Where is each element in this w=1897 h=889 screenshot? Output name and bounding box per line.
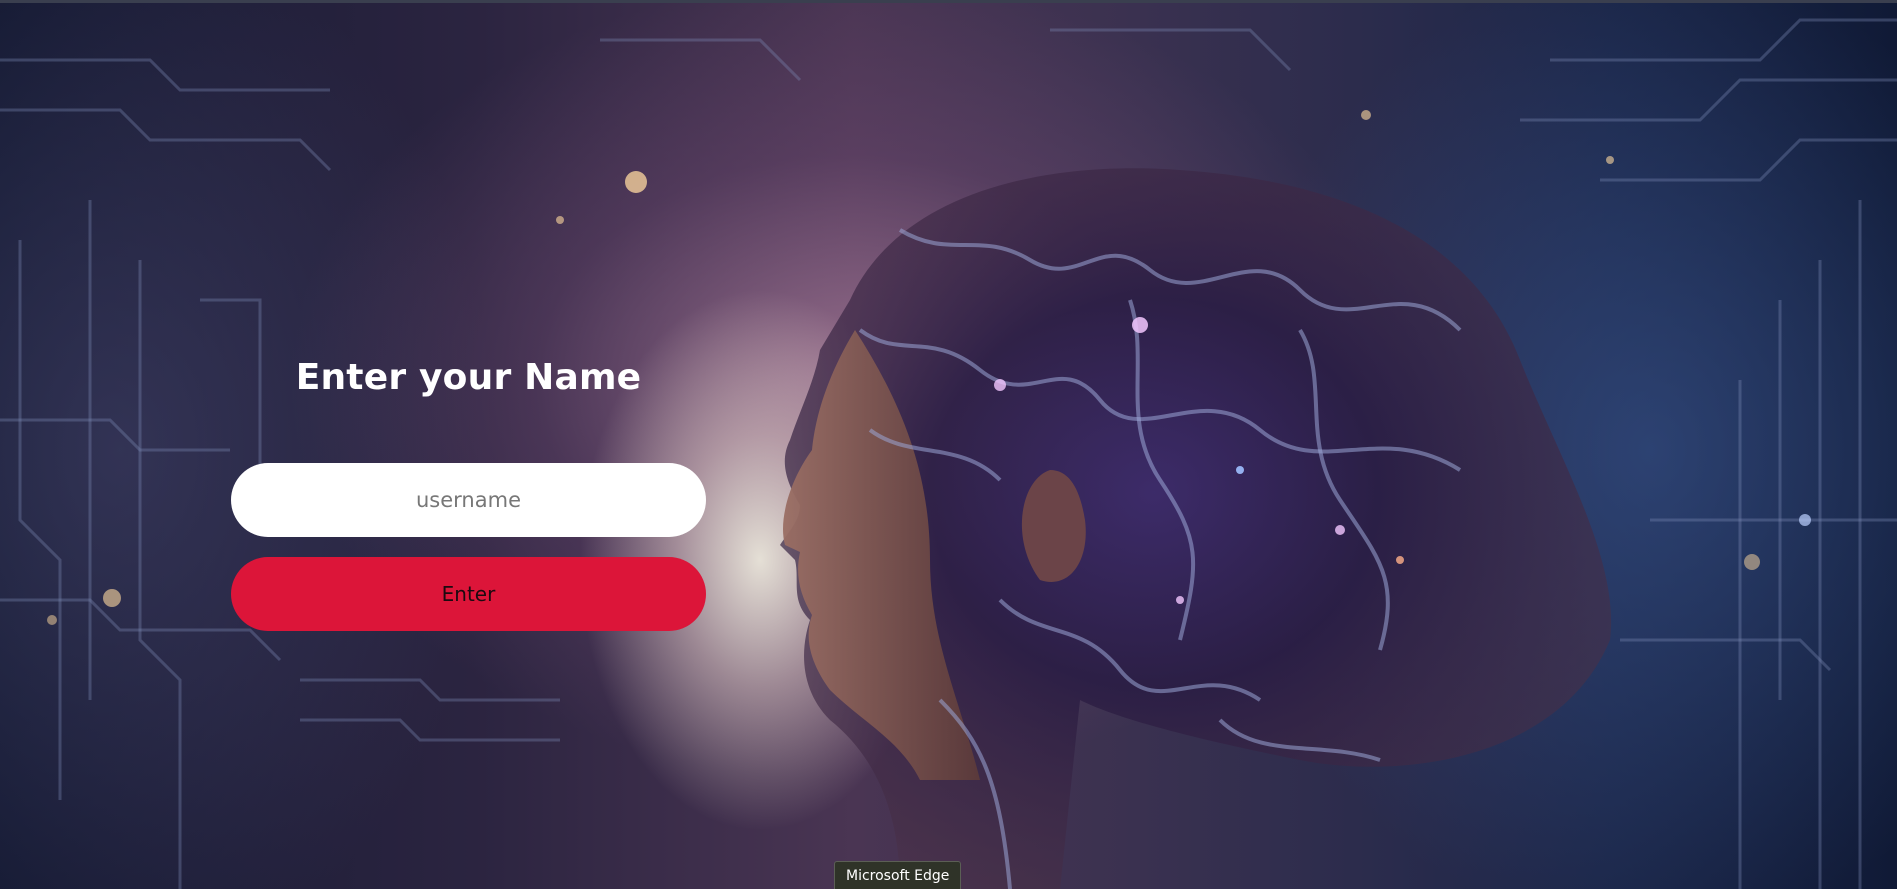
taskbar-tooltip: Microsoft Edge [834, 861, 962, 889]
page-title: Enter your Name [295, 357, 642, 398]
login-page: Enter your Name Enter Microsoft Edge [0, 0, 1897, 889]
username-input[interactable] [231, 463, 706, 537]
login-form: Enter your Name Enter [231, 350, 706, 631]
enter-button[interactable]: Enter [231, 557, 706, 631]
